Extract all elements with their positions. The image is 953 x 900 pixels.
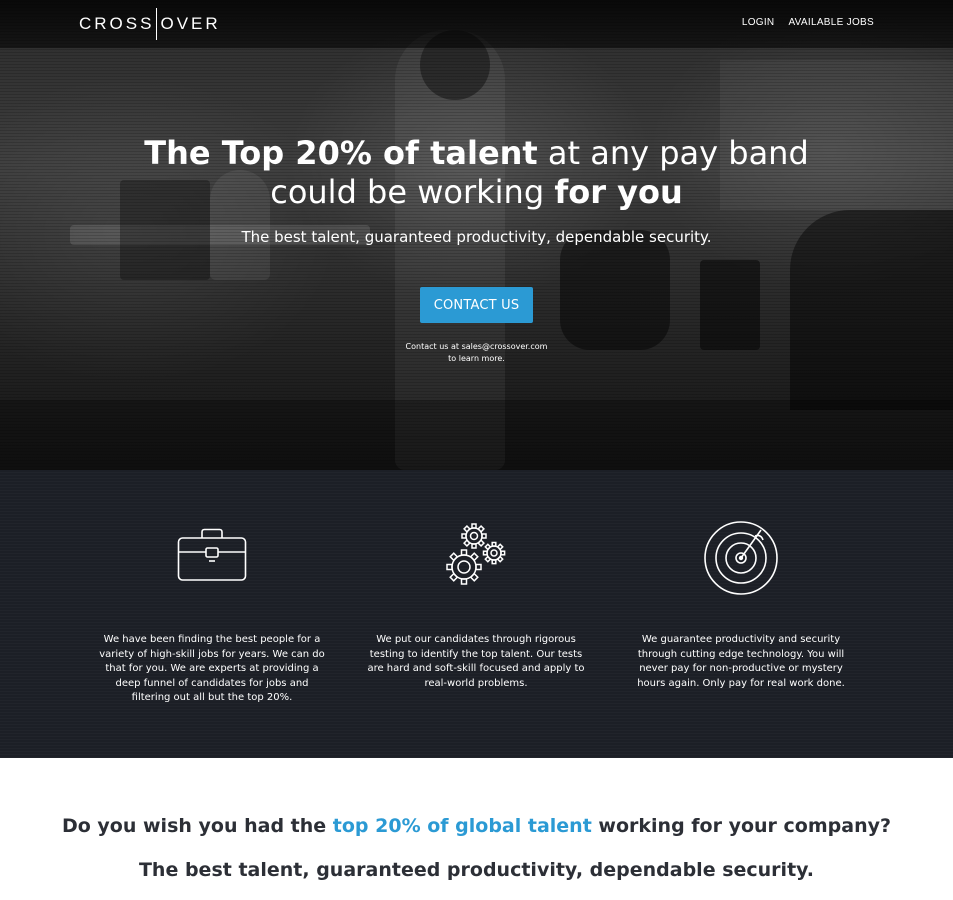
contact-learn-more-line: to learn more. bbox=[448, 354, 505, 363]
top-navigation-bar: CROSS OVER LOGIN AVAILABLE JOBS bbox=[0, 0, 953, 48]
feature-text-sourcing: We have been finding the best people for… bbox=[99, 634, 325, 704]
radar-icon bbox=[704, 521, 778, 595]
available-jobs-link[interactable]: AVAILABLE JOBS bbox=[788, 17, 874, 28]
login-link[interactable]: LOGIN bbox=[742, 17, 775, 28]
headline-bold-1: The Top 20% of talent bbox=[144, 134, 538, 172]
feature-text-testing: We put our candidates through rigorous t… bbox=[367, 634, 585, 689]
contact-note: Contact us at sales@crossover.com to lea… bbox=[0, 341, 953, 365]
question-after: working for your company? bbox=[591, 815, 892, 837]
features-section: We have been finding the best people for… bbox=[0, 470, 953, 758]
crossover-logo[interactable]: CROSS OVER bbox=[79, 8, 221, 40]
headline-regular-1: at any pay band bbox=[537, 134, 809, 172]
logo-text-left: CROSS bbox=[79, 14, 155, 33]
features-texture bbox=[0, 470, 953, 758]
hero-headline: The Top 20% of talent at any pay band co… bbox=[0, 134, 953, 212]
feature-text-security: We guarantee productivity and security t… bbox=[637, 634, 845, 689]
headline-bold-2: for you bbox=[554, 173, 683, 211]
headline-regular-2: could be working bbox=[270, 173, 555, 211]
logo-divider bbox=[156, 8, 158, 40]
logo-text-right: OVER bbox=[160, 14, 221, 33]
gears-icon bbox=[446, 523, 506, 585]
hero-section: CROSS OVER LOGIN AVAILABLE JOBS The Top … bbox=[0, 0, 953, 470]
tagline: The best talent, guaranteed productivity… bbox=[138, 859, 815, 881]
hero-subheadline: The best talent, guaranteed productivity… bbox=[241, 228, 712, 246]
briefcase-icon bbox=[177, 528, 247, 581]
question-before: Do you wish you had the bbox=[61, 815, 333, 837]
contact-email-line[interactable]: Contact us at sales@crossover.com bbox=[406, 342, 548, 351]
talent-question: Do you wish you had the top 20% of globa… bbox=[0, 815, 953, 837]
main-nav: LOGIN AVAILABLE JOBS bbox=[742, 17, 874, 28]
question-highlight: top 20% of global talent bbox=[332, 815, 592, 837]
contact-us-button[interactable]: CONTACT US bbox=[420, 287, 533, 323]
value-proposition-section: Do you wish you had the top 20% of globa… bbox=[0, 758, 953, 900]
